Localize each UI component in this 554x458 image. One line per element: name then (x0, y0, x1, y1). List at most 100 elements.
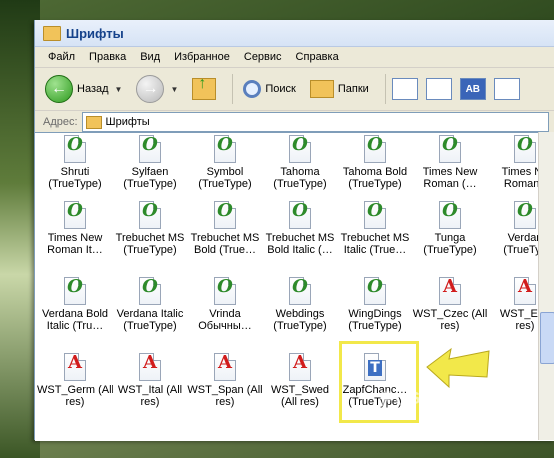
font-name-line2: Italic (True… (343, 244, 407, 256)
font-item[interactable]: O Trebuchet MS (TrueType) (112, 201, 188, 256)
font-item[interactable]: O Sylfaen (TrueType) (112, 135, 188, 190)
font-name-line1: WingDings (348, 308, 402, 320)
menu-file[interactable]: Файл (41, 49, 82, 65)
font-name-line2: Bold Italic (… (267, 244, 333, 256)
font-item[interactable]: O WingDings (TrueType) (337, 277, 413, 332)
address-field[interactable]: Шрифты (81, 112, 549, 132)
raster-font-icon: A (514, 277, 536, 305)
forward-arrow-icon: → (136, 75, 165, 103)
font-item[interactable]: A WST_Swed (All res) (262, 353, 338, 408)
opentype-icon: O (514, 135, 536, 163)
font-item[interactable]: O Tunga (TrueType) (412, 201, 488, 256)
font-item[interactable]: A WST_Czec (All res) (412, 277, 488, 332)
view-tiles-icon[interactable] (391, 78, 418, 100)
font-item[interactable]: O Tahoma (TrueType) (262, 135, 338, 190)
opentype-icon: O (214, 277, 236, 305)
font-name-line2: (TrueType) (348, 320, 402, 332)
font-name-line1: Tahoma (280, 166, 320, 178)
font-item[interactable]: A WST_Span (All res) (187, 353, 263, 408)
font-name-line2: (TrueType) (273, 320, 327, 332)
raster-font-icon: A (214, 353, 236, 381)
opentype-icon: O (439, 135, 461, 163)
font-name-line2: Roman It… (47, 244, 103, 256)
font-name-line1: Verdana Italic (116, 308, 184, 320)
forward-button[interactable]: → ▼ (132, 73, 182, 105)
toolbar-separator (384, 74, 386, 104)
font-name-line1: WST_Germ (All (37, 384, 113, 396)
font-name-line1: Times New (422, 166, 478, 178)
font-item[interactable]: O Verdana Italic (TrueType) (112, 277, 188, 332)
font-item[interactable]: O Tahoma Bold (TrueType) (337, 135, 413, 190)
vertical-scrollbar[interactable] (538, 132, 554, 440)
view-icons-icon[interactable] (425, 78, 452, 100)
font-item[interactable]: A WST_Germ (All res) (37, 353, 113, 408)
raster-font-icon: A (289, 353, 311, 381)
back-label: Назад (77, 83, 109, 95)
font-item[interactable]: O Times New Roman It… (37, 201, 113, 256)
view-details-icon[interactable] (493, 78, 520, 100)
view-preview-icon[interactable]: AB (459, 78, 486, 100)
font-name-line2: Roman (… (423, 178, 477, 190)
font-item[interactable]: O Symbol (TrueType) (187, 135, 263, 190)
font-name-line2: (TrueType) (123, 244, 177, 256)
opentype-icon: O (64, 277, 86, 305)
scrollbar-thumb[interactable] (540, 312, 554, 364)
menu-view[interactable]: Вид (133, 49, 167, 65)
address-value: Шрифты (105, 116, 150, 128)
folder-up-icon (192, 75, 217, 100)
back-arrow-icon: ← (45, 75, 73, 103)
opentype-icon: O (289, 277, 311, 305)
menu-bar: Файл Правка Вид Избранное Сервис Справка (35, 47, 554, 68)
raster-font-icon: A (64, 353, 86, 381)
chevron-down-icon[interactable]: ▼ (115, 85, 123, 94)
font-name-line2: (TrueType) (423, 244, 477, 256)
font-name-line2: (TrueType) (348, 178, 402, 190)
font-name-line1: Verdana Bold (41, 308, 109, 320)
font-item[interactable]: A WST_Ital (All res) (112, 353, 188, 408)
font-item[interactable]: O Shruti (TrueType) (37, 135, 113, 190)
opentype-icon: O (214, 135, 236, 163)
opentype-icon: O (364, 135, 386, 163)
font-name-line1: Trebuchet MS (115, 232, 185, 244)
font-name-line1: Vrinda (209, 308, 241, 320)
font-name-line1: WST_Czec (All (412, 308, 488, 320)
folder-icon (43, 25, 61, 41)
font-name-line1: Times New (47, 232, 103, 244)
font-name-line2: (TrueType) (198, 178, 252, 190)
title-bar[interactable]: Шрифты (35, 20, 554, 47)
font-name-line2: (TrueType) (123, 320, 177, 332)
font-item[interactable]: O Vrinda Обычны… (187, 277, 263, 332)
opentype-icon: O (289, 201, 311, 229)
font-name-line2: (TrueType) (123, 178, 177, 190)
menu-favorites[interactable]: Избранное (167, 49, 237, 65)
font-item[interactable]: O Times New Roman (… (412, 135, 488, 190)
search-icon (243, 80, 262, 98)
font-name-line2: res) (140, 396, 160, 408)
font-name-line1: WST_Ital (All (117, 384, 183, 396)
menu-edit[interactable]: Правка (82, 49, 133, 65)
opentype-icon: O (139, 277, 161, 305)
font-name-line1: Tahoma Bold (342, 166, 408, 178)
folders-button[interactable]: Папки (306, 78, 373, 100)
font-name-line2: Bold (True… (194, 244, 256, 256)
font-name-line2: (TrueType) (273, 178, 327, 190)
folder-icon (85, 115, 102, 129)
font-item[interactable]: O Trebuchet MS Bold Italic (… (262, 201, 338, 256)
font-item[interactable]: O Webdings (TrueType) (262, 277, 338, 332)
menu-tools[interactable]: Сервис (237, 49, 289, 65)
chevron-down-icon[interactable]: ▼ (170, 85, 178, 94)
menu-help[interactable]: Справка (289, 49, 346, 65)
up-button[interactable] (188, 75, 220, 102)
back-button[interactable]: ← Назад ▼ (41, 73, 126, 105)
font-item[interactable]: O Trebuchet MS Italic (True… (337, 201, 413, 256)
font-item[interactable]: O Trebuchet MS Bold (True… (187, 201, 263, 256)
opentype-icon: O (439, 201, 461, 229)
font-item[interactable]: O Verdana Bold Italic (Tru… (37, 277, 113, 332)
search-button[interactable]: Поиск (239, 78, 299, 100)
font-name-line2: Обычны… (198, 320, 252, 332)
font-name-line1: Webdings (275, 308, 325, 320)
raster-font-icon: A (439, 277, 461, 305)
opentype-icon: O (514, 201, 536, 229)
address-label: Адрес: (43, 116, 78, 128)
highlight-frame (339, 341, 419, 423)
